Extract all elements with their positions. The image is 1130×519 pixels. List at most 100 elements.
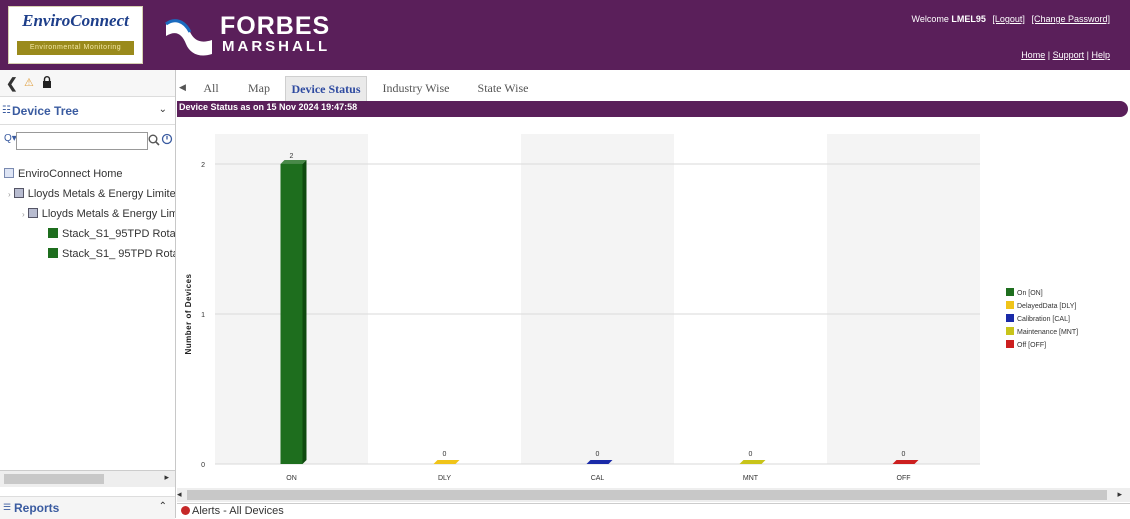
- legend-swatch: [1006, 327, 1014, 335]
- tab-state-wise[interactable]: State Wise: [467, 76, 539, 100]
- tab-device-status[interactable]: Device Status: [285, 76, 367, 101]
- legend-item[interactable]: Off [OFF]: [1006, 340, 1046, 349]
- reports-icon: ☰: [3, 502, 12, 512]
- company-node-icon: [13, 188, 24, 198]
- x-tick-label: DLY: [438, 475, 451, 482]
- welcome-text: Welcome: [911, 14, 949, 24]
- tree-item-plant[interactable]: › Lloyds Metals & Energy Lim: [22, 208, 175, 220]
- device-tree-label: Device Tree: [12, 104, 79, 118]
- scroll-left-icon[interactable]: ◂: [177, 489, 182, 500]
- left-horizontal-scrollbar[interactable]: ▸: [0, 470, 175, 487]
- legend-item[interactable]: DelayedData [DLY]: [1006, 301, 1076, 310]
- warning-icon[interactable]: ⚠: [24, 75, 34, 91]
- scrollbar-thumb[interactable]: [4, 474, 104, 484]
- refresh-icon[interactable]: [161, 133, 173, 145]
- bar-cal: [586, 460, 613, 464]
- tree-item-stack-2[interactable]: Stack_S1_ 95TPD Rotar: [48, 248, 175, 260]
- tab-industry-wise[interactable]: Industry Wise: [375, 76, 457, 100]
- help-link[interactable]: Help: [1091, 50, 1110, 60]
- y-tick-label: 0: [201, 462, 205, 469]
- data-label-mnt: 0: [749, 451, 753, 458]
- app-header: EnviroConnect Environmental Monitoring F…: [0, 0, 1130, 70]
- logout-link[interactable]: [Logout]: [992, 14, 1025, 24]
- chevron-down-icon[interactable]: ⌄: [159, 104, 167, 115]
- y-tick-label: 1: [201, 312, 205, 319]
- search-filter-icon[interactable]: Q▾: [4, 133, 17, 144]
- data-label-on: 2: [290, 153, 294, 160]
- legend-label: On [ON]: [1017, 290, 1043, 297]
- lock-icon[interactable]: [42, 76, 52, 88]
- link-separator: |: [1047, 50, 1051, 60]
- tree-item-stack-1[interactable]: Stack_S1_95TPD Rotary: [48, 228, 175, 240]
- main-horizontal-scrollbar[interactable]: ◂ ▸: [177, 488, 1130, 502]
- legend-item[interactable]: Calibration [CAL]: [1006, 314, 1070, 323]
- bar-on: [280, 164, 303, 464]
- scroll-right-icon[interactable]: ▸: [1117, 489, 1122, 500]
- bar-mnt: [739, 460, 766, 464]
- y-tick-label: 2: [201, 162, 205, 169]
- bar-off: [892, 460, 919, 464]
- status-on-icon: [48, 228, 58, 238]
- tree-item-label: EnviroConnect Home: [18, 168, 123, 180]
- x-tick-label: ON: [286, 475, 297, 482]
- enviroconnect-logo-subtitle: Environmental Monitoring: [17, 41, 134, 55]
- tab-map[interactable]: Map: [237, 76, 281, 100]
- tree-item-label: Stack_S1_95TPD Rotary: [62, 228, 175, 240]
- marshall-text: MARSHALL: [222, 38, 331, 55]
- enviroconnect-logo[interactable]: EnviroConnect Environmental Monitoring: [8, 6, 143, 64]
- tree-item-label: Lloyds Metals & Energy Limited: [27, 188, 175, 200]
- change-password-link[interactable]: [Change Password]: [1031, 14, 1110, 24]
- tree-item-home[interactable]: EnviroConnect Home: [4, 168, 174, 180]
- tree-icon: ☷: [2, 105, 11, 116]
- device-search-input[interactable]: [16, 132, 148, 150]
- forbes-marshall-logo: FORBES MARSHALL: [164, 10, 364, 64]
- legend-item[interactable]: On [ON]: [1006, 288, 1043, 297]
- home-link[interactable]: Home: [1021, 50, 1045, 60]
- legend-label: Maintenance [MNT]: [1017, 329, 1079, 336]
- device-tree-header[interactable]: ☷ Device Tree ⌄: [0, 98, 175, 125]
- y-axis-label: Number of Devices: [184, 273, 193, 354]
- top-links: Home | Support | Help: [1021, 50, 1110, 60]
- welcome-area: Welcome LMEL95 [Logout] [Change Password…: [912, 14, 1111, 24]
- chevron-left-icon[interactable]: ❮: [6, 75, 18, 91]
- x-tick-label: OFF: [897, 475, 911, 482]
- expander-icon[interactable]: ›: [22, 210, 25, 219]
- legend-swatch: [1006, 340, 1014, 348]
- legend-swatch: [1006, 301, 1014, 309]
- forbes-text: FORBES: [220, 12, 331, 40]
- tabs-scroll-left-icon[interactable]: ◀: [179, 82, 186, 93]
- legend-swatch: [1006, 288, 1014, 296]
- link-separator: |: [1086, 50, 1089, 60]
- left-panel: ❮ ⚠ ☷ Device Tree ⌄ Q▾ EnviroConnect Hom…: [0, 70, 176, 519]
- support-link[interactable]: Support: [1053, 50, 1085, 60]
- tree-item-label: Lloyds Metals & Energy Lim: [41, 208, 175, 220]
- expander-icon[interactable]: ›: [8, 190, 11, 199]
- reports-label: Reports: [14, 501, 60, 515]
- alerts-panel-header[interactable]: Alerts - All Devices: [177, 503, 1130, 519]
- chart-band: [827, 134, 980, 464]
- left-toolbar: ❮ ⚠: [0, 70, 175, 97]
- legend-label: DelayedData [DLY]: [1017, 303, 1077, 310]
- legend-item[interactable]: Maintenance [MNT]: [1006, 327, 1078, 336]
- search-row: Q▾: [4, 132, 173, 152]
- bar-top-on: [280, 160, 307, 164]
- device-status-timestamp: Device Status as on 15 Nov 2024 19:47:58: [179, 102, 358, 112]
- device-status-chart: 0 1 2 Number of Devices 2 ON 0 DLY 0 CAL 0 MNT 0 OFF: [184, 134, 980, 482]
- chart-band: [521, 134, 674, 464]
- reports-section[interactable]: ☰ Reports ⌃: [0, 496, 175, 519]
- tree-item-label: Stack_S1_ 95TPD Rotar: [62, 248, 175, 260]
- plant-node-icon: [27, 208, 38, 218]
- legend-swatch: [1006, 314, 1014, 322]
- tab-all[interactable]: All: [191, 76, 231, 100]
- scroll-right-icon[interactable]: ▸: [164, 472, 169, 483]
- chevron-up-icon[interactable]: ⌃: [159, 501, 167, 512]
- tree-item-company[interactable]: › Lloyds Metals & Energy Limited: [8, 188, 175, 200]
- data-label-cal: 0: [596, 451, 600, 458]
- scrollbar-thumb[interactable]: [187, 490, 1107, 500]
- x-tick-label: CAL: [591, 475, 605, 482]
- bar-side-on: [302, 160, 307, 464]
- search-icon[interactable]: [148, 134, 160, 146]
- main-tabs: ◀ All Map Device Status Industry Wise St…: [177, 76, 1130, 101]
- forbes-marshall-swoosh-icon: [165, 19, 212, 56]
- legend-label: Off [OFF]: [1017, 342, 1047, 349]
